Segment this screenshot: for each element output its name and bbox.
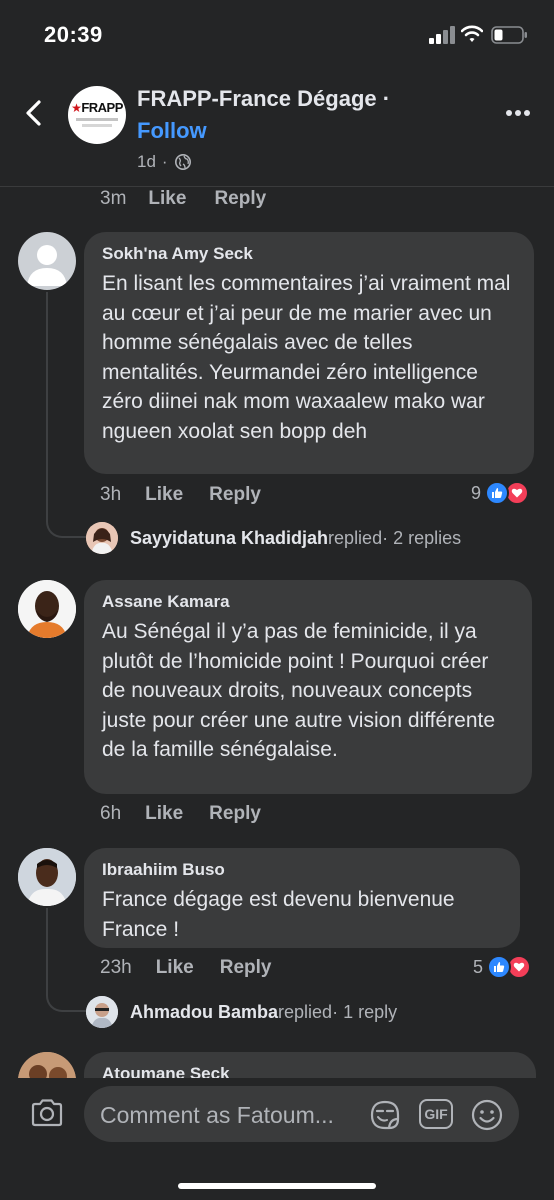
star-icon: ★: [71, 101, 82, 115]
header-divider: [0, 186, 554, 187]
back-arrow-icon[interactable]: [20, 96, 50, 130]
status-bar: 20:39: [0, 0, 554, 70]
comment-time: 23h: [100, 957, 132, 978]
follow-button[interactable]: Follow: [137, 118, 207, 144]
more-options-icon[interactable]: [506, 108, 532, 118]
comment-bubble[interactable]: Assane Kamara Au Sénégal il y’a pas de f…: [84, 580, 532, 794]
reaction-count: 9: [471, 482, 482, 503]
comment-bubble[interactable]: Sokh'na Amy Seck En lisant les commentai…: [84, 232, 534, 474]
page-logo: ★FRAPP: [71, 100, 123, 115]
avatar[interactable]: [18, 580, 76, 638]
replier-name: Ahmadou Bamba: [130, 1001, 279, 1022]
cellular-signal-icon: [429, 26, 455, 44]
gif-button[interactable]: GIF: [419, 1099, 453, 1129]
meta-separator: ·: [161, 152, 168, 171]
comment-actions: 6h Like Reply: [100, 803, 261, 825]
replier-avatar: [86, 522, 118, 554]
comment-time: 3h: [100, 484, 122, 505]
reply-button[interactable]: Reply: [220, 957, 272, 979]
like-button[interactable]: Like: [145, 803, 183, 825]
previous-comment-actions: 3m Like Reply: [100, 188, 266, 210]
status-time: 20:39: [44, 22, 103, 47]
like-reaction-icon: [485, 481, 510, 505]
globe-icon: [174, 154, 191, 170]
reaction-count: 5: [473, 956, 484, 977]
comment-actions: 23h Like Reply: [100, 957, 271, 979]
like-button[interactable]: Like: [156, 957, 194, 979]
reply-count: · 2 replies: [382, 527, 462, 548]
comment-text: En lisant les commentaires j’ai vraiment…: [102, 272, 511, 443]
battery-icon: [491, 26, 527, 44]
page-avatar[interactable]: ★FRAPP: [68, 86, 126, 144]
post-meta: 1d ·: [137, 152, 192, 172]
reply-summary[interactable]: Ahmadou Bamba replied · 1 reply: [86, 996, 397, 1028]
reaction-summary[interactable]: 9: [471, 481, 530, 505]
like-button[interactable]: Like: [148, 188, 186, 210]
reply-button[interactable]: Reply: [209, 484, 261, 506]
thread-line: [46, 292, 48, 516]
default-user-icon: [27, 245, 67, 286]
comment-text: Au Sénégal il y’a pas de feminicide, il …: [102, 620, 496, 761]
comment-time: 3m: [100, 188, 127, 209]
thread-connector: [46, 516, 86, 538]
reaction-summary[interactable]: 5: [473, 955, 532, 979]
comment-author[interactable]: Sokh'na Amy Seck: [102, 244, 516, 264]
comment-input[interactable]: [84, 1086, 519, 1142]
comment-author[interactable]: Assane Kamara: [102, 592, 514, 612]
reply-button[interactable]: Reply: [209, 803, 261, 825]
sticker-icon[interactable]: [368, 1098, 402, 1132]
comment-author[interactable]: Ibraahiim Buso: [102, 860, 502, 880]
post-age: 1d: [137, 152, 156, 171]
like-reaction-icon: [487, 955, 512, 979]
reply-button[interactable]: Reply: [214, 188, 266, 210]
comment-bubble[interactable]: Ibraahiim Buso France dégage est devenu …: [84, 848, 520, 948]
comment-text: France dégage est devenu bienvenue Franc…: [102, 888, 455, 941]
like-button[interactable]: Like: [145, 484, 183, 506]
reply-summary[interactable]: Sayyidatuna Khadidjah replied · 2 replie…: [86, 522, 461, 554]
replier-name: Sayyidatuna Khadidjah: [130, 527, 329, 548]
reply-count: · 1 reply: [332, 1001, 398, 1022]
emoji-icon[interactable]: [470, 1098, 504, 1132]
thread-connector: [46, 990, 86, 1012]
replier-avatar: [86, 996, 118, 1028]
camera-icon[interactable]: [30, 1098, 64, 1128]
comment-composer: Comment as Fatoum... GIF: [0, 1078, 554, 1200]
post-header: ★FRAPP FRAPP-France Dégage · Follow 1d ·: [0, 70, 554, 182]
comment-actions: 3h Like Reply: [100, 484, 261, 506]
home-indicator: [178, 1183, 376, 1189]
comment-time: 6h: [100, 803, 122, 824]
avatar[interactable]: [18, 848, 76, 906]
wifi-icon: [461, 25, 483, 42]
replied-text: replied: [278, 1001, 333, 1022]
thread-line: [46, 908, 48, 996]
page-name[interactable]: FRAPP-France Dégage ·: [137, 86, 390, 112]
avatar-default[interactable]: [18, 232, 76, 290]
replied-text: replied: [328, 527, 383, 548]
